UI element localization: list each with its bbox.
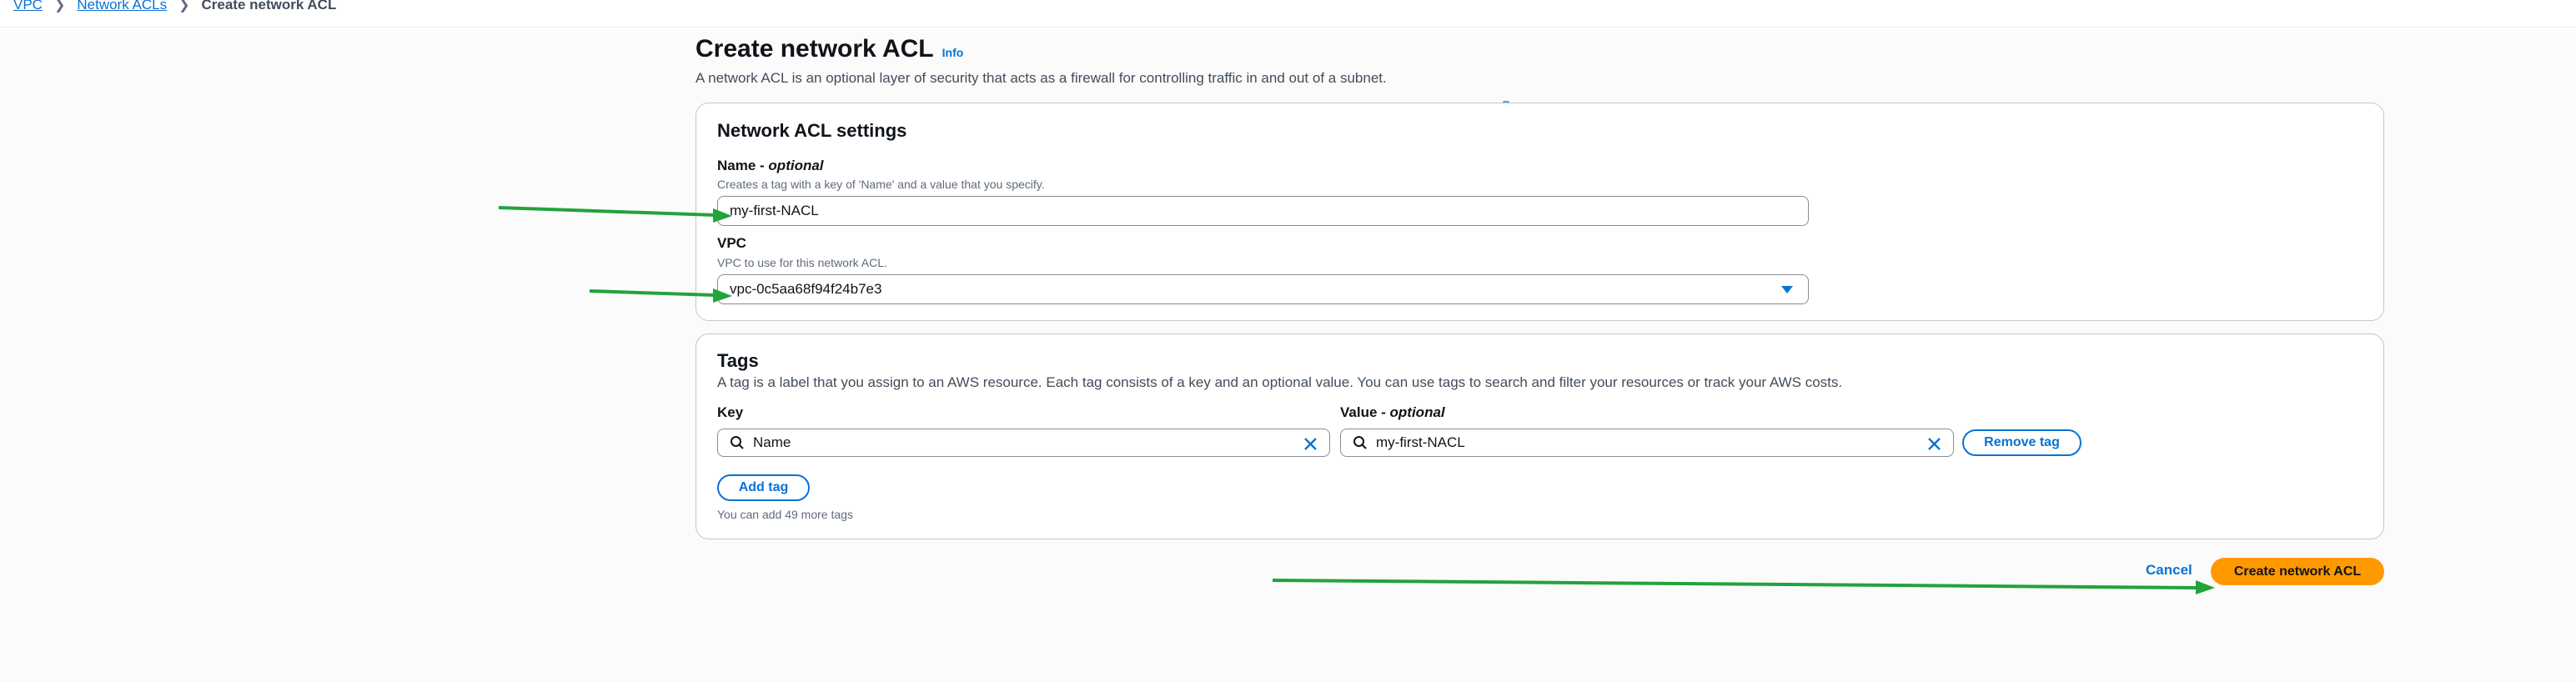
close-icon[interactable]	[1303, 437, 1318, 451]
tag-key-label: Key	[717, 404, 744, 420]
name-label: Name - optional	[717, 158, 824, 174]
chevron-right-icon: ❯	[53, 0, 66, 13]
breadcrumb-current: Create network ACL	[201, 0, 337, 13]
cancel-button[interactable]: Cancel	[2146, 562, 2192, 579]
top-bar	[0, 0, 2576, 28]
close-icon[interactable]	[1927, 437, 1941, 451]
info-link[interactable]: Info	[942, 46, 964, 59]
vpc-value: vpc-0c5aa68f94f24b7e3	[730, 281, 882, 297]
vpc-label: VPC	[717, 235, 746, 251]
tag-key-input[interactable]: Name	[717, 429, 1330, 457]
page-title: Create network ACL	[695, 35, 934, 63]
vpc-hint: VPC to use for this network ACL.	[717, 256, 887, 269]
create-network-acl-button[interactable]: Create network ACL	[2211, 558, 2384, 585]
chevron-down-icon	[1781, 286, 1793, 293]
breadcrumb-vpc[interactable]: VPC	[13, 0, 43, 13]
tags-description: A tag is a label that you assign to an A…	[717, 374, 1843, 390]
tag-value-value: my-first-NACL	[1376, 434, 1465, 450]
chevron-right-icon: ❯	[178, 0, 190, 13]
breadcrumb: VPC ❯ Network ACLs ❯ Create network ACL	[13, 0, 336, 15]
search-icon	[1353, 436, 1367, 449]
add-tag-button[interactable]: Add tag	[717, 474, 810, 501]
name-field[interactable]: my-first-NACL	[717, 196, 1809, 226]
tag-value-label-text: Value -	[1340, 404, 1390, 420]
vpc-select[interactable]: vpc-0c5aa68f94f24b7e3	[717, 274, 1809, 304]
page-description: A network ACL is an optional layer of se…	[695, 70, 1387, 86]
settings-heading: Network ACL settings	[717, 120, 907, 141]
tag-value-optional-text: optional	[1389, 404, 1445, 420]
name-value: my-first-NACL	[730, 203, 819, 218]
name-hint: Creates a tag with a key of 'Name' and a…	[717, 178, 1045, 191]
remaining-tags-hint: You can add 49 more tags	[717, 508, 853, 521]
network-acl-settings-panel: Network ACL settings Name - optional Cre…	[695, 103, 2384, 321]
page-header: Create network ACL Info	[695, 35, 963, 63]
search-icon	[731, 436, 744, 449]
breadcrumb-network-acls[interactable]: Network ACLs	[77, 0, 167, 13]
tag-key-value: Name	[753, 434, 791, 450]
name-optional-text: optional	[768, 158, 824, 173]
name-label-text: Name -	[717, 158, 769, 173]
tag-value-label: Value - optional	[1340, 404, 1445, 421]
tags-heading: Tags	[717, 350, 759, 371]
remove-tag-button[interactable]: Remove tag	[1962, 429, 2081, 456]
tags-panel: Tags A tag is a label that you assign to…	[695, 333, 2384, 539]
tag-value-input[interactable]: my-first-NACL	[1340, 429, 1954, 457]
